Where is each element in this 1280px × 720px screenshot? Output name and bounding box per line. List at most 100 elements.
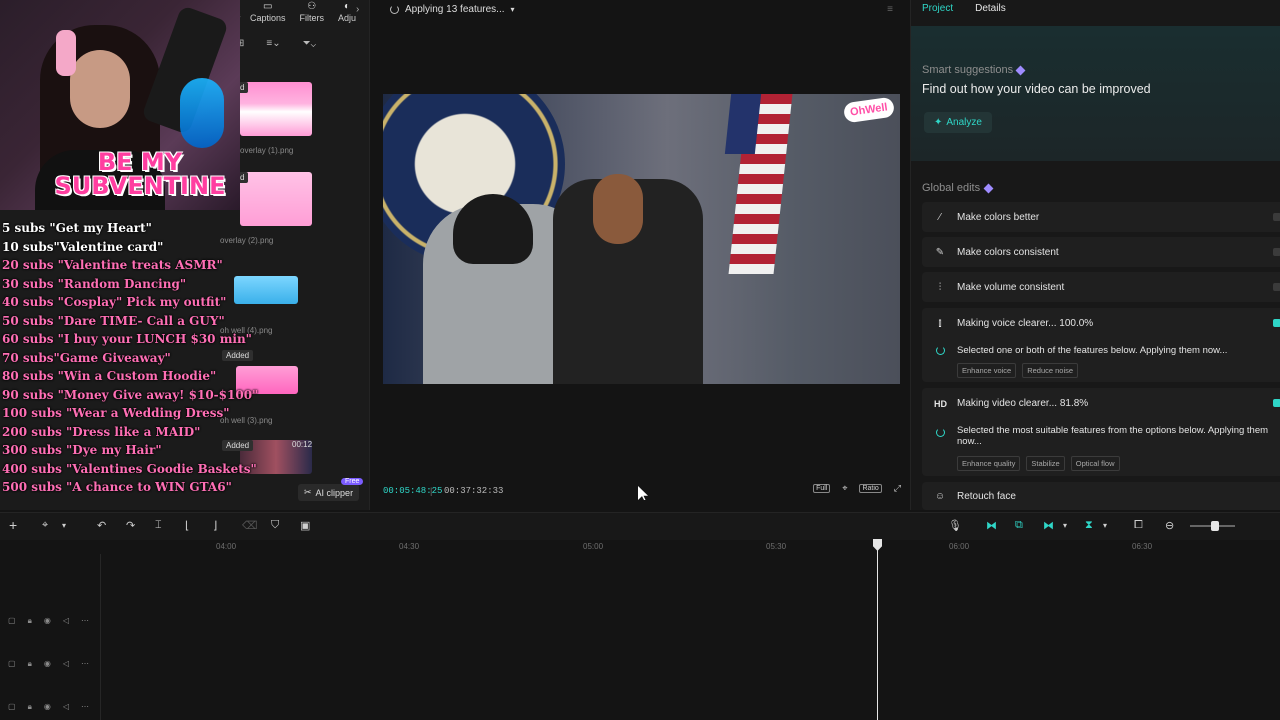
sub-goal: 500 subs "A chance to WIN GTA6" — [2, 480, 232, 494]
media-thumbnail[interactable] — [240, 82, 312, 136]
app-window: s ▭ Captions ⚇ Filters ◐ Adju › ⊞ ≡⌄ ⏷⌄ … — [0, 0, 1280, 720]
toggle[interactable] — [1273, 319, 1280, 327]
smart-suggestions-headline: Find out how your video can be improved — [922, 82, 1151, 96]
track-checkbox-icon[interactable]: ▢ — [8, 659, 16, 669]
playhead-line[interactable] — [877, 540, 878, 720]
volume-icon[interactable]: ◁ — [63, 702, 69, 712]
split-right-icon[interactable]: ⌋ — [213, 519, 217, 532]
video-clearer-head: HD Making video clearer... 81.8% — [934, 398, 1088, 409]
microphone-icon[interactable]: 🎙 — [948, 519, 962, 532]
sort-icon[interactable]: ≡⌄ — [266, 38, 280, 49]
tab-filters[interactable]: ⚇ Filters — [300, 0, 325, 26]
make-volume-consistent-item[interactable]: ⫶ Make volume consistent — [922, 272, 1280, 302]
zoom-out-icon[interactable]: ⊖ — [1165, 519, 1174, 532]
retouch-face-item[interactable]: ☺ Retouch face › — [922, 482, 1280, 510]
eye-icon[interactable]: ◉ — [44, 702, 51, 712]
properties-panel: Project Details Smart suggestions Find o… — [910, 0, 1280, 510]
ratio-button[interactable]: Ratio — [859, 484, 882, 493]
link-icon[interactable]: ⧓ — [986, 519, 997, 532]
timeline-tracks[interactable] — [0, 554, 1280, 720]
eye-icon[interactable]: ◉ — [44, 659, 51, 669]
track-checkbox-icon[interactable]: ▢ — [8, 702, 16, 712]
equalizer-icon: ⫶ — [938, 281, 942, 293]
lock-icon[interactable]: 🔒︎ — [28, 702, 32, 712]
chip-stabilize[interactable]: Stabilize — [1026, 456, 1065, 471]
track-controls: ▢ 🔒︎ ◉ ◁ ⋯ — [8, 702, 89, 712]
zoom-slider-knob[interactable] — [1211, 521, 1219, 531]
sub-goal: 40 subs "Cosplay" Pick my outfit" — [2, 295, 227, 309]
spinner-icon — [936, 346, 945, 355]
toggle[interactable] — [1273, 213, 1280, 221]
split-icon[interactable]: ⌶ — [155, 519, 162, 532]
toggle[interactable] — [1273, 283, 1280, 291]
screenshot-icon[interactable]: ⌖ — [842, 483, 847, 494]
timeline-toolbar: + ⌖ ▾ ↶ ↷ ⌶ ⌊ ⌋ ⌫ ⛉ ▣ 🎙 ⧓ ⧉ ⧓ ▾ ⧗ ▾ ⧠ ⊖ — [0, 512, 1280, 540]
snap-icon[interactable]: ⧓ — [1043, 519, 1054, 532]
adjust-icon: ◐ — [344, 1, 351, 12]
chip-optical-flow[interactable]: Optical flow — [1070, 456, 1120, 471]
magnet-icon[interactable]: ⧉ — [1015, 519, 1023, 532]
palette-icon: ✎ — [935, 246, 945, 258]
eye-icon[interactable]: ◉ — [44, 616, 51, 626]
delete-icon[interactable]: ⌫ — [242, 519, 258, 532]
chevron-down-icon[interactable]: ▾ — [62, 521, 66, 530]
flag-stars — [724, 94, 762, 154]
ruler-tick: 06:30 — [1132, 542, 1153, 551]
voice-clearer-label: Making voice clearer... 100.0% — [957, 318, 1094, 329]
video-preview[interactable]: OhWell — [383, 94, 900, 384]
menu-icon[interactable]: ≡ — [887, 4, 893, 15]
tab-captions[interactable]: ▭ Captions — [250, 0, 286, 26]
chevron-down-icon[interactable]: ▾ — [1103, 521, 1107, 530]
lock-icon[interactable]: 🔒︎ — [28, 616, 32, 626]
make-colors-consistent-item[interactable]: ✎ Make colors consistent — [922, 237, 1280, 267]
volume-icon[interactable]: ◁ — [63, 659, 69, 669]
marker-icon[interactable]: ⛉ — [271, 519, 279, 532]
toggle[interactable] — [1273, 248, 1280, 256]
add-icon[interactable]: + — [9, 517, 17, 533]
track-checkbox-icon[interactable]: ▢ — [8, 616, 16, 626]
make-colors-better-item[interactable]: ⁄ Make colors better — [922, 202, 1280, 232]
streamer-face — [70, 50, 130, 128]
more-icon[interactable]: ⋯ — [81, 659, 89, 669]
spinner-icon — [936, 428, 945, 437]
tab-project[interactable]: Project — [922, 0, 953, 20]
chevron-down-icon[interactable]: ▾ — [1063, 521, 1067, 530]
make-colors-better-label: Make colors better — [957, 211, 1040, 223]
chip-enhance-voice[interactable]: Enhance voice — [957, 363, 1017, 378]
more-icon[interactable]: ⋯ — [81, 616, 89, 626]
chip-enhance-quality[interactable]: Enhance quality — [957, 456, 1021, 471]
preview-icon[interactable]: ⧠ — [1134, 519, 1143, 532]
redo-icon[interactable]: ↷ — [126, 519, 135, 532]
gem-icon — [1015, 65, 1026, 75]
ruler-tick: 05:00 — [583, 542, 604, 551]
toggle[interactable] — [1273, 399, 1280, 407]
sub-goal: 20 subs "Valentine treats ASMR" — [2, 258, 223, 272]
voice-clearer-block: ⫾ Making voice clearer... 100.0% Selecte… — [922, 308, 1280, 382]
channel-logo: OhWell — [843, 96, 896, 124]
lock-icon[interactable]: 🔒︎ — [28, 659, 32, 669]
media-thumbnail[interactable] — [240, 172, 312, 226]
chip-reduce-noise[interactable]: Reduce noise — [1022, 363, 1079, 378]
volume-icon[interactable]: ◁ — [63, 616, 69, 626]
sub-goal: 10 subs"Valentine card" — [2, 239, 164, 254]
full-button[interactable]: Full — [813, 484, 831, 493]
timeline-ruler[interactable]: 04:00 04:30 05:00 05:30 06:00 06:30 — [0, 540, 1280, 554]
sub-goal: 5 subs "Get my Heart" — [2, 221, 152, 235]
more-icon[interactable]: ⋯ — [81, 702, 89, 712]
fullscreen-icon[interactable]: ⤢ — [894, 483, 901, 494]
split-left-icon[interactable]: ⌊ — [185, 519, 189, 532]
chevron-right-icon[interactable]: › — [356, 4, 359, 15]
undo-icon[interactable]: ↶ — [97, 519, 106, 532]
sub-goal: 300 subs "Dye my Hair" — [2, 443, 162, 457]
track-controls: ▢ 🔒︎ ◉ ◁ ⋯ — [8, 659, 89, 669]
tab-adjust[interactable]: ◐ Adju — [338, 0, 356, 26]
filters-icon: ⚇ — [307, 1, 317, 12]
split-screen-icon[interactable]: ⧗ — [1085, 519, 1093, 532]
ruler-tick: 04:30 — [399, 542, 420, 551]
analyze-button[interactable]: ✦ Analyze — [924, 112, 992, 133]
tab-details[interactable]: Details — [975, 0, 1006, 20]
crop-icon[interactable]: ▣ — [300, 519, 310, 532]
select-icon[interactable]: ⌖ — [42, 519, 48, 532]
applying-status[interactable]: Applying 13 features... ▾ — [390, 4, 515, 15]
filter-icon[interactable]: ⏷⌄ — [303, 38, 316, 49]
